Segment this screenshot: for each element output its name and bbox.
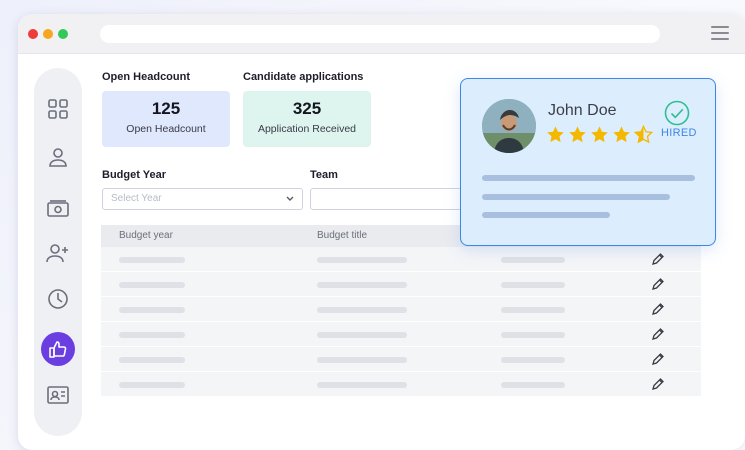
title-bar	[18, 14, 745, 54]
add-user-icon	[46, 244, 68, 263]
placeholder-cell	[317, 332, 407, 338]
sidebar-item-timesheet[interactable]	[41, 282, 75, 316]
check-circle-icon	[664, 100, 690, 126]
placeholder-cell	[119, 332, 185, 338]
table-row[interactable]	[101, 322, 701, 347]
sidebar-item-add-candidate[interactable]	[41, 236, 75, 270]
chevron-down-icon	[286, 196, 294, 201]
placeholder-cell	[317, 382, 407, 388]
sidebar-item-dashboard[interactable]	[41, 92, 75, 126]
edit-pencil-icon[interactable]	[651, 277, 665, 291]
applications-label: Application Received	[257, 123, 357, 135]
team-label: Team	[310, 169, 338, 181]
candidate-avatar	[482, 99, 536, 153]
budget-year-label: Budget Year	[102, 169, 166, 181]
placeholder-cell	[119, 282, 185, 288]
table-row[interactable]	[101, 272, 701, 297]
id-card-icon	[47, 386, 69, 404]
placeholder-cell	[119, 357, 185, 363]
cash-icon	[47, 200, 69, 217]
placeholder-cell	[501, 357, 565, 363]
app-window: Open Headcount 125 Open Headcount Candid…	[18, 14, 745, 450]
grid-icon	[48, 99, 68, 119]
star-rating	[546, 125, 653, 145]
edit-pencil-icon[interactable]	[651, 327, 665, 341]
placeholder-cell	[317, 307, 407, 313]
placeholder-cell	[501, 307, 565, 313]
table-row[interactable]	[101, 247, 701, 272]
team-select[interactable]	[310, 188, 470, 210]
budget-year-placeholder: Select Year	[111, 193, 162, 204]
sidebar-nav	[34, 68, 82, 436]
placeholder-cell	[501, 257, 565, 263]
placeholder-cell	[119, 257, 185, 263]
clock-icon	[48, 289, 68, 309]
address-bar[interactable]	[100, 25, 660, 43]
column-header-budget-title: Budget title	[317, 230, 368, 241]
budget-table: Budget year Budget title	[101, 225, 701, 397]
budget-year-select[interactable]: Select Year	[102, 188, 303, 210]
candidate-applications-title: Candidate applications	[243, 71, 364, 83]
candidate-profile-card[interactable]: John Doe HIRED	[460, 78, 716, 246]
user-icon	[49, 148, 67, 167]
placeholder-cell	[317, 282, 407, 288]
hamburger-menu-icon[interactable]	[711, 26, 729, 40]
placeholder-cell	[119, 382, 185, 388]
placeholder-line	[482, 194, 670, 200]
star-icon	[547, 126, 564, 143]
star-icon	[569, 126, 586, 143]
close-window-dot[interactable]	[28, 29, 38, 39]
placeholder-line	[482, 212, 610, 218]
placeholder-cell	[317, 257, 407, 263]
placeholder-cell	[317, 357, 407, 363]
half-star-icon	[634, 125, 653, 144]
edit-pencil-icon[interactable]	[651, 377, 665, 391]
candidate-name: John Doe	[548, 102, 617, 119]
sidebar-item-directory[interactable]	[41, 378, 75, 412]
edit-pencil-icon[interactable]	[651, 352, 665, 366]
star-icon	[591, 126, 608, 143]
maximize-window-dot[interactable]	[58, 29, 68, 39]
column-header-budget-year: Budget year	[119, 230, 173, 241]
placeholder-cell	[501, 332, 565, 338]
edit-pencil-icon[interactable]	[651, 252, 665, 266]
open-headcount-card[interactable]: 125 Open Headcount	[102, 91, 230, 147]
open-headcount-value: 125	[151, 99, 181, 118]
placeholder-cell	[119, 307, 185, 313]
status-badge: HIRED	[661, 127, 697, 139]
table-row[interactable]	[101, 372, 701, 397]
table-row[interactable]	[101, 297, 701, 322]
sidebar-item-payroll[interactable]	[41, 192, 75, 226]
table-row[interactable]	[101, 347, 701, 372]
placeholder-cell	[501, 382, 565, 388]
applications-value: 325	[292, 99, 322, 118]
thumbs-up-icon	[49, 341, 67, 358]
sidebar-item-profile[interactable]	[41, 140, 75, 174]
star-icon	[613, 126, 630, 143]
applications-card[interactable]: 325 Application Received	[243, 91, 371, 147]
placeholder-cell	[501, 282, 565, 288]
edit-pencil-icon[interactable]	[651, 302, 665, 316]
open-headcount-title: Open Headcount	[102, 71, 191, 83]
placeholder-line	[482, 175, 695, 181]
open-headcount-label: Open Headcount	[126, 123, 206, 135]
sidebar-item-hiring[interactable]	[41, 332, 75, 366]
minimize-window-dot[interactable]	[43, 29, 53, 39]
